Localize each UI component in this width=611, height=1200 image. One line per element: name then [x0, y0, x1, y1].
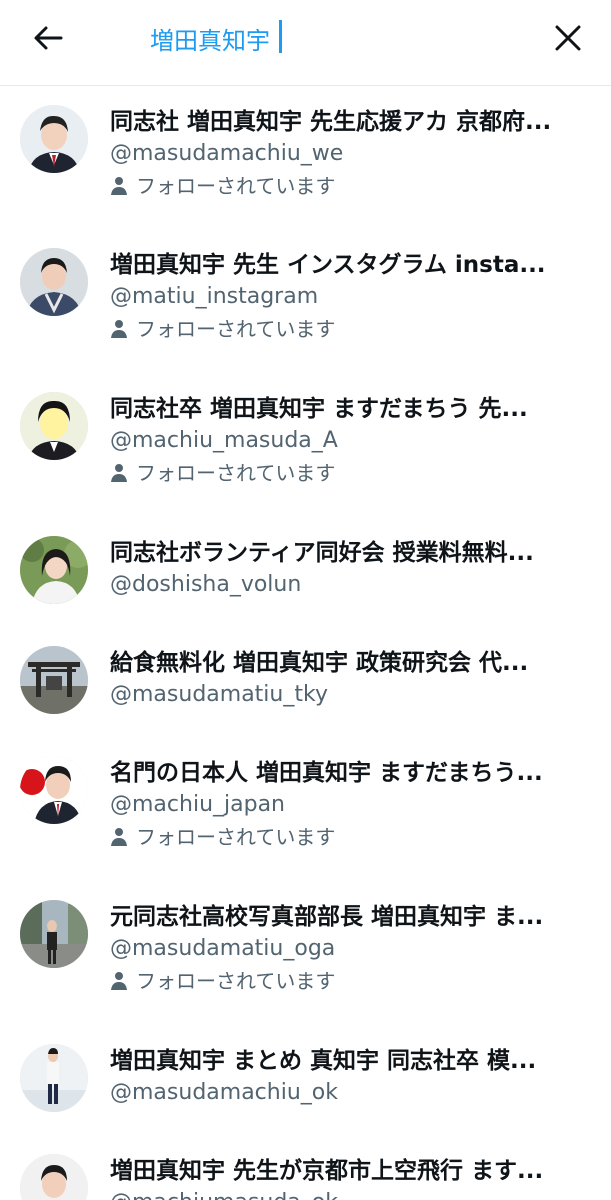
- username: @matiu_instagram: [110, 284, 319, 309]
- username: @doshisha_volun: [110, 572, 302, 597]
- follows-you-label: フォローされています: [136, 461, 336, 485]
- display-name: 元同志社高校写真部部長 増田真知宇 ま...: [110, 904, 544, 930]
- username: @machiumasuda_ok: [110, 1188, 338, 1200]
- display-name: 同志社 増田真知宇 先生応援アカ 京都府...: [110, 109, 552, 135]
- follows-you-indicator: フォローされています: [110, 459, 335, 487]
- username: @machiu_japan: [110, 792, 285, 817]
- text-caret: [279, 20, 282, 53]
- follows-you-indicator: フォローされています: [110, 967, 335, 995]
- user-result-row[interactable]: 同志社卒 増田真知宇 ますだまちう 先... @machiu_masuda_A …: [0, 374, 611, 518]
- back-button[interactable]: [26, 18, 70, 58]
- person-icon: [111, 177, 127, 195]
- avatar[interactable]: [20, 1044, 88, 1112]
- username: @masudamatiu_oga: [110, 936, 336, 961]
- arrow-left-icon: [34, 26, 63, 50]
- avatar[interactable]: [20, 392, 88, 460]
- avatar[interactable]: [20, 248, 88, 316]
- avatar[interactable]: [20, 105, 88, 173]
- user-result-row[interactable]: 元同志社高校写真部部長 増田真知宇 ま... @masudamatiu_oga …: [0, 882, 611, 1026]
- follows-you-indicator: フォローされています: [110, 172, 335, 200]
- follows-you-label: フォローされています: [136, 174, 336, 198]
- close-icon: [555, 25, 581, 51]
- display-name: 増田真知宇 まとめ 真知宇 同志社卒 模...: [110, 1048, 537, 1074]
- search-input[interactable]: [150, 16, 510, 60]
- user-result-row[interactable]: 増田真知宇 先生 インスタグラム insta... @matiu_instagr…: [0, 230, 611, 374]
- display-name: 増田真知宇 先生 インスタグラム insta...: [110, 252, 546, 278]
- user-result-row[interactable]: 同志社ボランティア同好会 授業料無料... @doshisha_volun: [0, 518, 611, 628]
- display-name: 名門の日本人 増田真知宇 ますだまちう...: [110, 760, 543, 786]
- user-result-row[interactable]: 給食無料化 増田真知宇 政策研究会 代... @masudamatiu_tky: [0, 628, 611, 738]
- user-result-row[interactable]: 同志社 増田真知宇 先生応援アカ 京都府... @masudamachiu_we…: [0, 87, 611, 230]
- display-name: 同志社ボランティア同好会 授業料無料...: [110, 540, 534, 566]
- person-icon: [111, 464, 127, 482]
- username: @machiu_masuda_A: [110, 428, 338, 453]
- avatar[interactable]: [20, 756, 88, 824]
- user-result-row[interactable]: 増田真知宇 先生が京都市上空飛行 ます... @machiumasuda_ok: [0, 1136, 611, 1200]
- person-icon: [111, 972, 127, 990]
- search-header: [0, 0, 611, 86]
- user-result-row[interactable]: 名門の日本人 増田真知宇 ますだまちう... @machiu_japan フォロ…: [0, 738, 611, 882]
- follows-you-label: フォローされています: [136, 969, 336, 993]
- avatar[interactable]: [20, 1154, 88, 1200]
- avatar[interactable]: [20, 646, 88, 714]
- username: @masudamachiu_ok: [110, 1080, 338, 1105]
- display-name: 同志社卒 増田真知宇 ますだまちう 先...: [110, 396, 528, 422]
- person-icon: [111, 828, 127, 846]
- clear-search-button[interactable]: [546, 18, 590, 58]
- follows-you-label: フォローされています: [136, 825, 336, 849]
- username: @masudamachiu_we: [110, 141, 344, 166]
- username: @masudamatiu_tky: [110, 682, 328, 707]
- user-result-row[interactable]: 増田真知宇 まとめ 真知宇 同志社卒 模... @masudamachiu_ok: [0, 1026, 611, 1136]
- display-name: 増田真知宇 先生が京都市上空飛行 ます...: [110, 1158, 544, 1184]
- avatar[interactable]: [20, 536, 88, 604]
- follows-you-indicator: フォローされています: [110, 315, 335, 343]
- avatar[interactable]: [20, 900, 88, 968]
- follows-you-label: フォローされています: [136, 317, 336, 341]
- follows-you-indicator: フォローされています: [110, 823, 335, 851]
- person-icon: [111, 320, 127, 338]
- display-name: 給食無料化 増田真知宇 政策研究会 代...: [110, 650, 529, 676]
